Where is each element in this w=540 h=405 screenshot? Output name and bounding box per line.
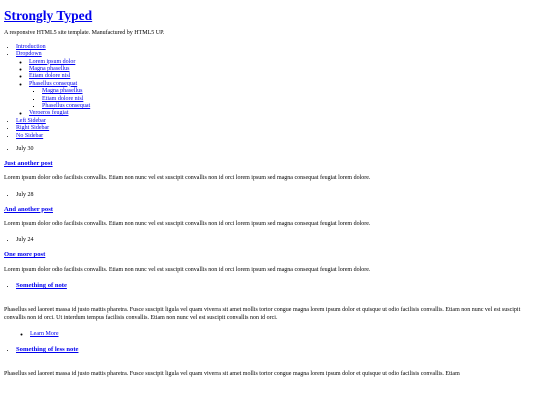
learn-more-item: Learn More: [30, 331, 536, 339]
dropdown-item-lorem: Lorem ipsum dolor: [29, 59, 536, 66]
post-title: And another post: [4, 206, 536, 214]
post-date: July 28: [16, 191, 34, 198]
post-excerpt: Lorem ipsum dolor odio facilisis convall…: [4, 175, 371, 182]
post-item: July 28 And another post Lorem ipsum dol…: [4, 191, 536, 229]
nav-item-no-sidebar: No Sidebar: [16, 133, 536, 140]
post-title-link[interactable]: Just another post: [4, 160, 53, 167]
dropdown-item-veroeros: Veroeros feugiat: [29, 110, 536, 117]
nav-link-introduction[interactable]: Introduction: [16, 44, 46, 50]
post-list: July 30 Just another post Lorem ipsum do…: [4, 145, 536, 274]
feature-title: Something of note: [16, 282, 536, 290]
site-title: Strongly Typed: [4, 8, 536, 24]
submenu-item: Etiam dolore nisl: [42, 96, 536, 103]
nav-link-left-sidebar[interactable]: Left Sidebar: [16, 118, 46, 124]
post-excerpt: Lorem ipsum dolor odio facilisis convall…: [4, 266, 371, 273]
post-item: July 24 One more post Lorem ipsum dolor …: [4, 236, 536, 274]
dropdown-link-phasellus[interactable]: Phasellus consequat: [29, 81, 77, 87]
post-title: One more post: [4, 251, 536, 259]
submenu-item: Magna phasellus: [42, 88, 536, 95]
post-title-link[interactable]: One more post: [4, 251, 45, 258]
post-title: Just another post: [4, 160, 536, 168]
submenu-link-phasellus[interactable]: Phasellus consequat: [42, 103, 90, 109]
post-excerpt: Lorem ipsum dolor odio facilisis convall…: [4, 220, 371, 227]
site-tagline: A responsive HTML5 site template. Manufa…: [4, 30, 165, 37]
post-date: July 24: [16, 237, 34, 244]
nav-item-right-sidebar: Right Sidebar: [16, 125, 536, 132]
nav-link-right-sidebar[interactable]: Right Sidebar: [16, 125, 49, 131]
main-nav: Introduction Dropdown Lorem ipsum dolor …: [4, 44, 536, 140]
dropdown-item-magna: Magna phasellus: [29, 66, 536, 73]
feature-text: Phasellus sed laoreet massa id justo mat…: [4, 371, 460, 378]
feature-text: Phasellus sed laoreet massa id justo mat…: [4, 307, 521, 321]
nav-item-left-sidebar: Left Sidebar: [16, 118, 536, 125]
nav-link-dropdown[interactable]: Dropdown: [16, 51, 42, 57]
feature-title-link[interactable]: Something of note: [16, 282, 67, 289]
feature-item: Something of note Phasellus sed laoreet …: [4, 282, 536, 339]
feature-title-link[interactable]: Something of less note: [16, 346, 78, 353]
learn-more-link[interactable]: Learn More: [30, 331, 59, 337]
site-title-link[interactable]: Strongly Typed: [4, 8, 92, 23]
post-date: July 30: [16, 145, 34, 152]
page: Strongly Typed A responsive HTML5 site t…: [0, 0, 540, 379]
dropdown-link-magna[interactable]: Magna phasellus: [29, 66, 70, 72]
post-title-link[interactable]: And another post: [4, 206, 53, 213]
nav-item-introduction: Introduction: [16, 44, 536, 51]
post-item: July 30 Just another post Lorem ipsum do…: [4, 145, 536, 183]
feature-actions: Learn More: [16, 331, 536, 339]
dropdown-link-lorem[interactable]: Lorem ipsum dolor: [29, 59, 75, 65]
dropdown-link-veroeros[interactable]: Veroeros feugiat: [29, 110, 68, 116]
dropdown-item-etiam: Etiam dolore nisl: [29, 73, 536, 80]
nav-link-no-sidebar[interactable]: No Sidebar: [16, 133, 43, 139]
submenu-item: Phasellus consequat: [42, 103, 536, 110]
submenu-link-etiam[interactable]: Etiam dolore nisl: [42, 96, 83, 102]
dropdown-item-phasellus: Phasellus consequat Magna phasellus Etia…: [29, 81, 536, 111]
submenu-link-magna[interactable]: Magna phasellus: [42, 88, 83, 94]
nav-item-dropdown: Dropdown Lorem ipsum dolor Magna phasell…: [16, 51, 536, 118]
dropdown-menu: Lorem ipsum dolor Magna phasellus Etiam …: [16, 59, 536, 118]
feature-title: Something of less note: [16, 346, 536, 354]
feature-list: Something of note Phasellus sed laoreet …: [4, 282, 536, 379]
submenu: Magna phasellus Etiam dolore nisl Phasel…: [29, 88, 536, 110]
dropdown-link-etiam[interactable]: Etiam dolore nisl: [29, 73, 70, 79]
feature-item: Something of less note Phasellus sed lao…: [4, 346, 536, 379]
